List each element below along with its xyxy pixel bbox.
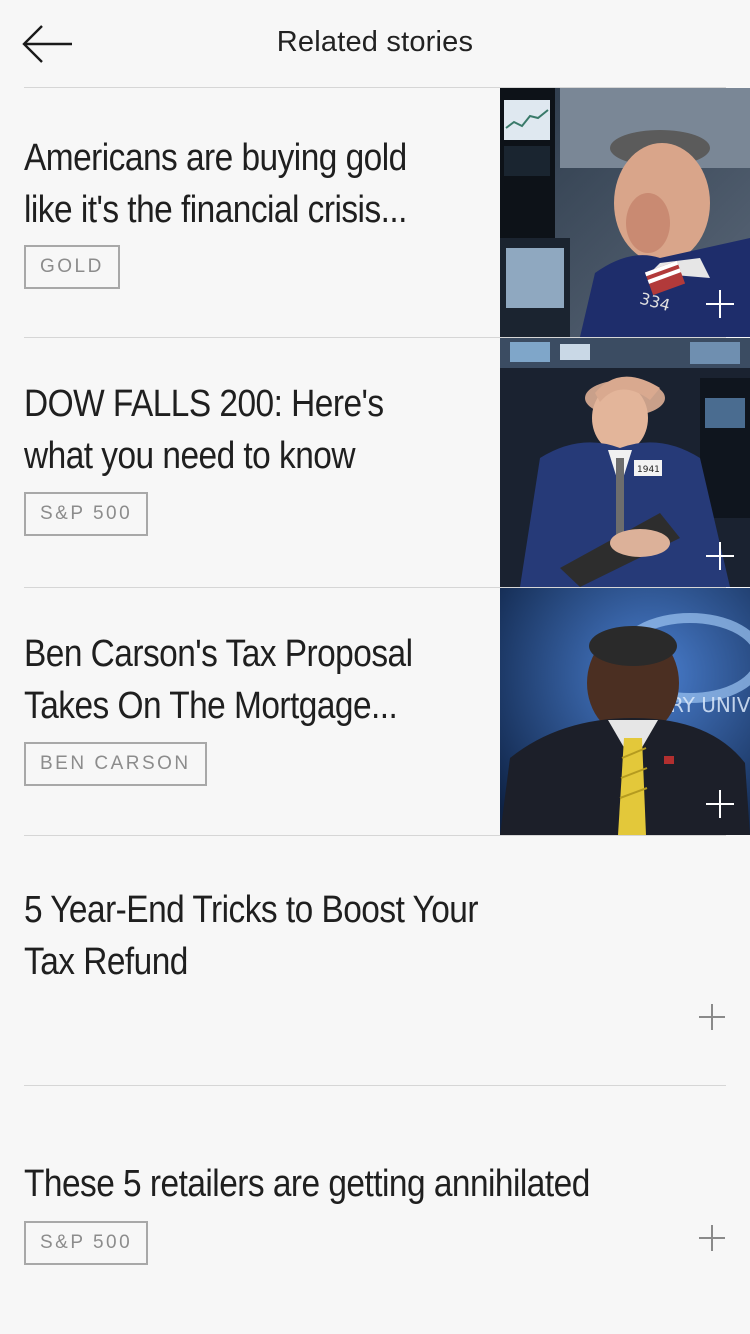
- page-title: Related stories: [276, 26, 474, 58]
- add-story-button[interactable]: [700, 784, 740, 824]
- story-item[interactable]: 5 Year-End Tricks to Boost Your Tax Refu…: [0, 836, 750, 1085]
- header-bar: Related stories: [0, 0, 750, 88]
- plus-icon: [706, 290, 734, 318]
- story-title: 5 Year-End Tricks to Boost Your Tax Refu…: [24, 884, 478, 988]
- add-story-button[interactable]: [692, 997, 732, 1037]
- plus-icon: [699, 1225, 725, 1251]
- story-title-line: DOW FALLS 200: Here's: [24, 383, 384, 425]
- add-story-button[interactable]: [700, 284, 740, 324]
- story-item[interactable]: DOW FALLS 200: Here's what you need to k…: [0, 338, 750, 587]
- add-story-button[interactable]: [700, 536, 740, 576]
- add-story-button[interactable]: [692, 1218, 732, 1258]
- story-item[interactable]: These 5 retailers are getting annihilate…: [0, 1086, 750, 1334]
- story-title-line: These 5 retailers are getting annihilate…: [24, 1163, 590, 1205]
- topic-tag[interactable]: GOLD: [24, 245, 120, 289]
- story-title-line: 5 Year-End Tricks to Boost Your: [24, 889, 478, 931]
- svg-text:1941: 1941: [637, 465, 660, 475]
- story-title-line: Americans are buying gold: [24, 137, 407, 179]
- story-title: DOW FALLS 200: Here's what you need to k…: [24, 378, 384, 482]
- story-title: Ben Carson's Tax Proposal Takes On The M…: [24, 628, 413, 732]
- story-title: These 5 retailers are getting annihilate…: [24, 1158, 590, 1210]
- story-title-line: what you need to know: [24, 435, 356, 477]
- topic-tag[interactable]: BEN CARSON: [24, 742, 207, 786]
- story-title-line: Ben Carson's Tax Proposal: [24, 633, 413, 675]
- story-title-line: Tax Refund: [24, 941, 188, 983]
- svg-text:RY UNIV: RY UNIV: [670, 693, 750, 717]
- plus-icon: [706, 790, 734, 818]
- story-item[interactable]: Ben Carson's Tax Proposal Takes On The M…: [0, 588, 750, 835]
- plus-icon: [699, 1004, 725, 1030]
- story-item[interactable]: Americans are buying gold like it's the …: [0, 88, 750, 337]
- story-title-line: Takes On The Mortgage...: [24, 685, 398, 727]
- story-title: Americans are buying gold like it's the …: [24, 132, 407, 236]
- story-title-line: like it's the financial crisis...: [24, 189, 407, 231]
- plus-icon: [706, 542, 734, 570]
- topic-tag[interactable]: S&P 500: [24, 1221, 149, 1265]
- topic-tag[interactable]: S&P 500: [24, 492, 149, 536]
